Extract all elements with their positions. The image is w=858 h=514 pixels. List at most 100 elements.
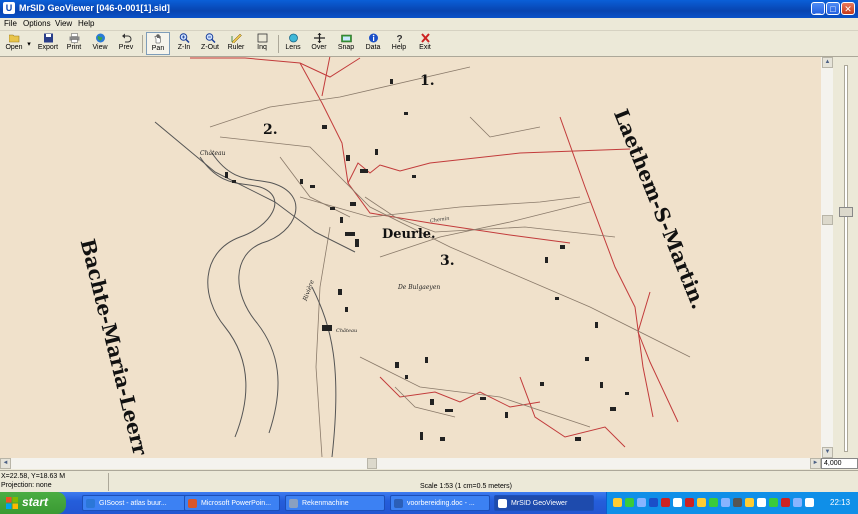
ruler-icon (231, 33, 242, 43)
river (154, 121, 356, 458)
windows-logo-icon (6, 497, 18, 509)
zoom-out-button[interactable]: Z-Out (198, 32, 222, 55)
scale-input[interactable]: 4,000 (821, 458, 858, 469)
menu-view[interactable]: View (55, 19, 72, 28)
coordinates-readout: X=22.58, Y=18.63 M (1, 473, 66, 480)
taskbar-item-powerpoint[interactable]: Microsoft PowerPoin... (184, 495, 280, 511)
map-view[interactable]: Bachte-Maria-Leerr Laethem-S-Martin. Deu… (0, 57, 821, 458)
rectangle-select-icon (257, 33, 267, 43)
powerpoint-icon (188, 499, 197, 508)
tray-wifi-icon[interactable] (637, 498, 646, 507)
zoom-in-button[interactable]: Z-In (172, 32, 196, 55)
help-button[interactable]: ? Help (387, 32, 411, 55)
tray-chat-icon[interactable] (793, 498, 802, 507)
tray-monitor-icon[interactable] (721, 498, 730, 507)
zoom-slider-thumb[interactable] (839, 207, 853, 217)
zoom-slider-track[interactable] (844, 65, 848, 452)
info-icon (368, 33, 378, 43)
pan-button[interactable]: Pan (146, 32, 170, 55)
tray-mail-icon[interactable] (685, 498, 694, 507)
map-label-section-2: 2. (263, 122, 278, 138)
map-label-bulgaeyen: De Bulgaeyen (398, 284, 441, 291)
taskbar-item-gisoost[interactable]: GISoost - atlas buur... (82, 495, 190, 511)
view-button[interactable]: View (88, 32, 112, 55)
hand-icon (154, 34, 161, 44)
tray-alert-icon[interactable] (781, 498, 790, 507)
scroll-right-button[interactable]: ► (810, 458, 821, 469)
menu-help[interactable]: Help (78, 19, 94, 28)
clock: 22:13 (830, 498, 851, 507)
tray-app-icon[interactable] (673, 498, 682, 507)
scroll-left-button[interactable]: ◄ (0, 458, 11, 469)
start-button[interactable]: start (0, 492, 66, 514)
vertical-scrollbar[interactable]: ▲ ▼ (821, 57, 833, 458)
tray-antivirus-icon[interactable] (769, 498, 778, 507)
map-label-section-1: 1. (420, 73, 435, 89)
open-button[interactable]: Open (2, 32, 26, 55)
menu-options[interactable]: Options (23, 19, 51, 28)
zoom-in-icon (179, 33, 190, 43)
horizontal-scrollbar[interactable]: ◄ ► (0, 458, 821, 469)
word-document-icon (394, 499, 403, 508)
vertical-scroll-thumb[interactable] (822, 215, 833, 225)
toolbar-separator (278, 35, 279, 53)
building-blocks (225, 79, 629, 441)
toolbar-separator (142, 35, 143, 53)
printer-icon (69, 33, 79, 43)
inquire-button[interactable]: Inq (250, 32, 274, 55)
map-label-section-3: 3. (440, 253, 455, 269)
prev-button[interactable]: Prev (114, 32, 138, 55)
projection-readout: Projection: none (1, 482, 52, 489)
snap-button[interactable]: Snap (333, 32, 359, 55)
lens-button[interactable]: Lens (281, 32, 305, 55)
tray-usb-icon[interactable] (805, 498, 814, 507)
undo-arrow-icon (121, 33, 131, 43)
scroll-up-button[interactable]: ▲ (822, 57, 833, 68)
tray-device-icon[interactable] (733, 498, 742, 507)
taskbar: start GISoost - atlas buur... Microsoft … (0, 492, 858, 514)
help-icon: ? (396, 34, 402, 43)
exit-button[interactable]: Exit (413, 32, 437, 55)
tray-volume-icon[interactable] (757, 498, 766, 507)
svg-text:?: ? (396, 34, 402, 43)
mrsid-app-icon (498, 499, 507, 508)
tray-sync-icon[interactable] (709, 498, 718, 507)
toolbar: Open ▾ Export Print View Prev Pan Z-In Z… (0, 31, 858, 57)
tray-update-icon[interactable] (697, 498, 706, 507)
data-button[interactable]: Data (361, 32, 385, 55)
browser-icon (86, 499, 95, 508)
taskbar-item-mrsid[interactable]: MrSID GeoViewer (494, 495, 594, 511)
export-button[interactable]: Export (36, 32, 60, 55)
tray-bluetooth-icon[interactable] (649, 498, 658, 507)
minimize-button[interactable]: _ (811, 2, 825, 15)
taskbar-item-word[interactable]: voorbereiding.doc - ... (390, 495, 490, 511)
map-label-chateau: Château (336, 328, 358, 334)
taskbar-item-calculator[interactable]: Rekenmachine (285, 495, 385, 511)
tray-security-icon[interactable] (661, 498, 670, 507)
scroll-down-button[interactable]: ▼ (822, 447, 833, 458)
globe-icon (95, 33, 105, 43)
tray-power-icon[interactable] (745, 498, 754, 507)
menu-bar: File Options View Help (0, 18, 858, 31)
ruler-button[interactable]: Ruler (224, 32, 248, 55)
crosshair-icon (313, 33, 325, 43)
scale-readout: Scale 1:53 (1 cm=0.5 meters) (420, 483, 513, 490)
horizontal-scroll-thumb[interactable] (367, 458, 377, 469)
exit-x-icon (420, 33, 430, 43)
overview-button[interactable]: Over (307, 32, 331, 55)
status-bar: X=22.58, Y=18.63 M Projection: none Scal… (0, 470, 858, 493)
open-dropdown[interactable]: ▾ (26, 32, 32, 55)
menu-file[interactable]: File (4, 19, 17, 28)
window-title: MrSID GeoViewer [046-0-001[1].sid] (19, 3, 170, 13)
print-button[interactable]: Print (62, 32, 86, 55)
map-label-chateau: Château (200, 150, 226, 157)
maximize-button[interactable]: □ (826, 2, 840, 15)
close-button[interactable]: ✕ (841, 2, 855, 15)
zoom-out-icon (205, 33, 216, 43)
tray-status-icon[interactable] (625, 498, 634, 507)
map-label-village: Deurle. (382, 227, 436, 242)
calculator-icon (289, 499, 298, 508)
app-icon: U (3, 2, 15, 14)
tray-network-icon[interactable] (613, 498, 622, 507)
zoom-slider-panel (833, 57, 858, 458)
